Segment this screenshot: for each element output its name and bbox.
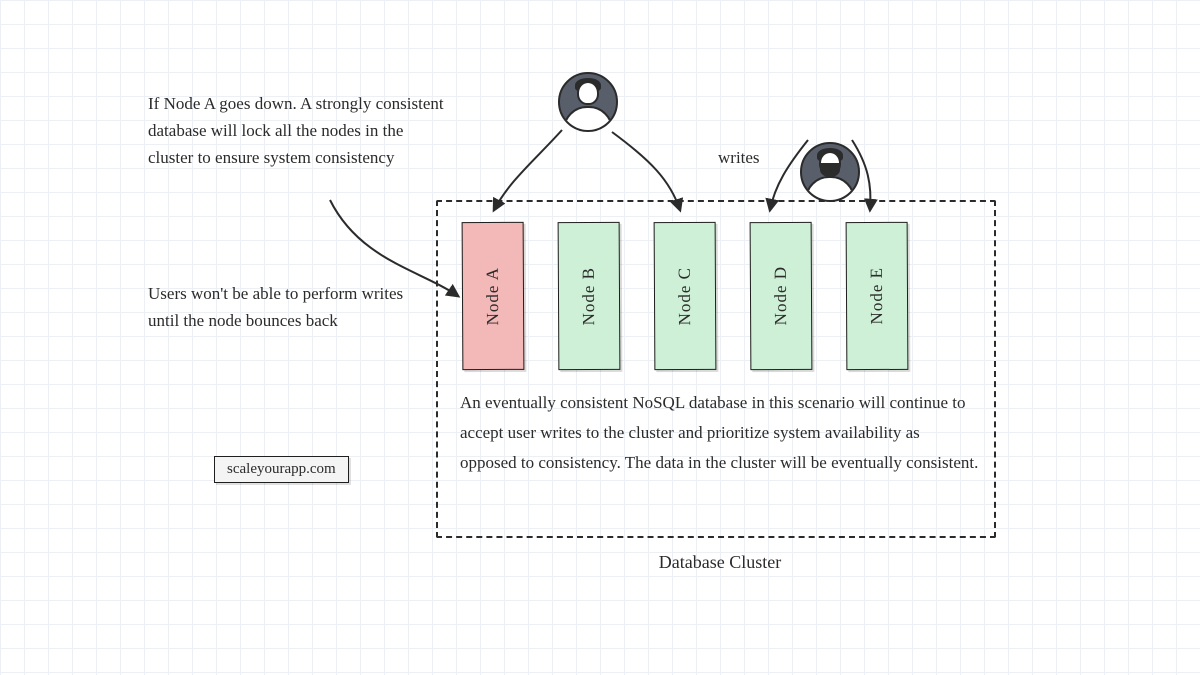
- node-c: Node C: [654, 222, 717, 370]
- cluster-explanation: An eventually consistent NoSQL database …: [460, 388, 980, 477]
- cluster-nodes-row: Node A Node B Node C Node D Node E: [462, 222, 908, 370]
- node-b: Node B: [558, 222, 621, 370]
- attribution-badge: scaleyourapp.com: [214, 456, 349, 483]
- node-label: Node A: [483, 267, 503, 326]
- writes-label: writes: [718, 148, 760, 168]
- annotation-strong-consistency: If Node A goes down. A strongly consiste…: [148, 90, 448, 172]
- user-avatar-2: [800, 142, 860, 202]
- node-a: Node A: [462, 222, 525, 370]
- node-e: Node E: [846, 222, 909, 370]
- node-label: Node E: [867, 267, 887, 325]
- node-label: Node D: [771, 266, 791, 325]
- node-d: Node D: [750, 222, 813, 370]
- database-cluster-box: Node A Node B Node C Node D Node E An ev…: [436, 200, 996, 538]
- node-label: Node C: [675, 267, 695, 326]
- arrow-user1-to-node-c: [612, 132, 680, 210]
- annotation-users-blocked: Users won't be able to perform writes un…: [148, 280, 428, 334]
- user-avatar-1: [558, 72, 618, 132]
- arrow-user1-to-node-a: [494, 130, 562, 210]
- cluster-label: Database Cluster: [620, 552, 820, 573]
- node-label: Node B: [579, 267, 599, 326]
